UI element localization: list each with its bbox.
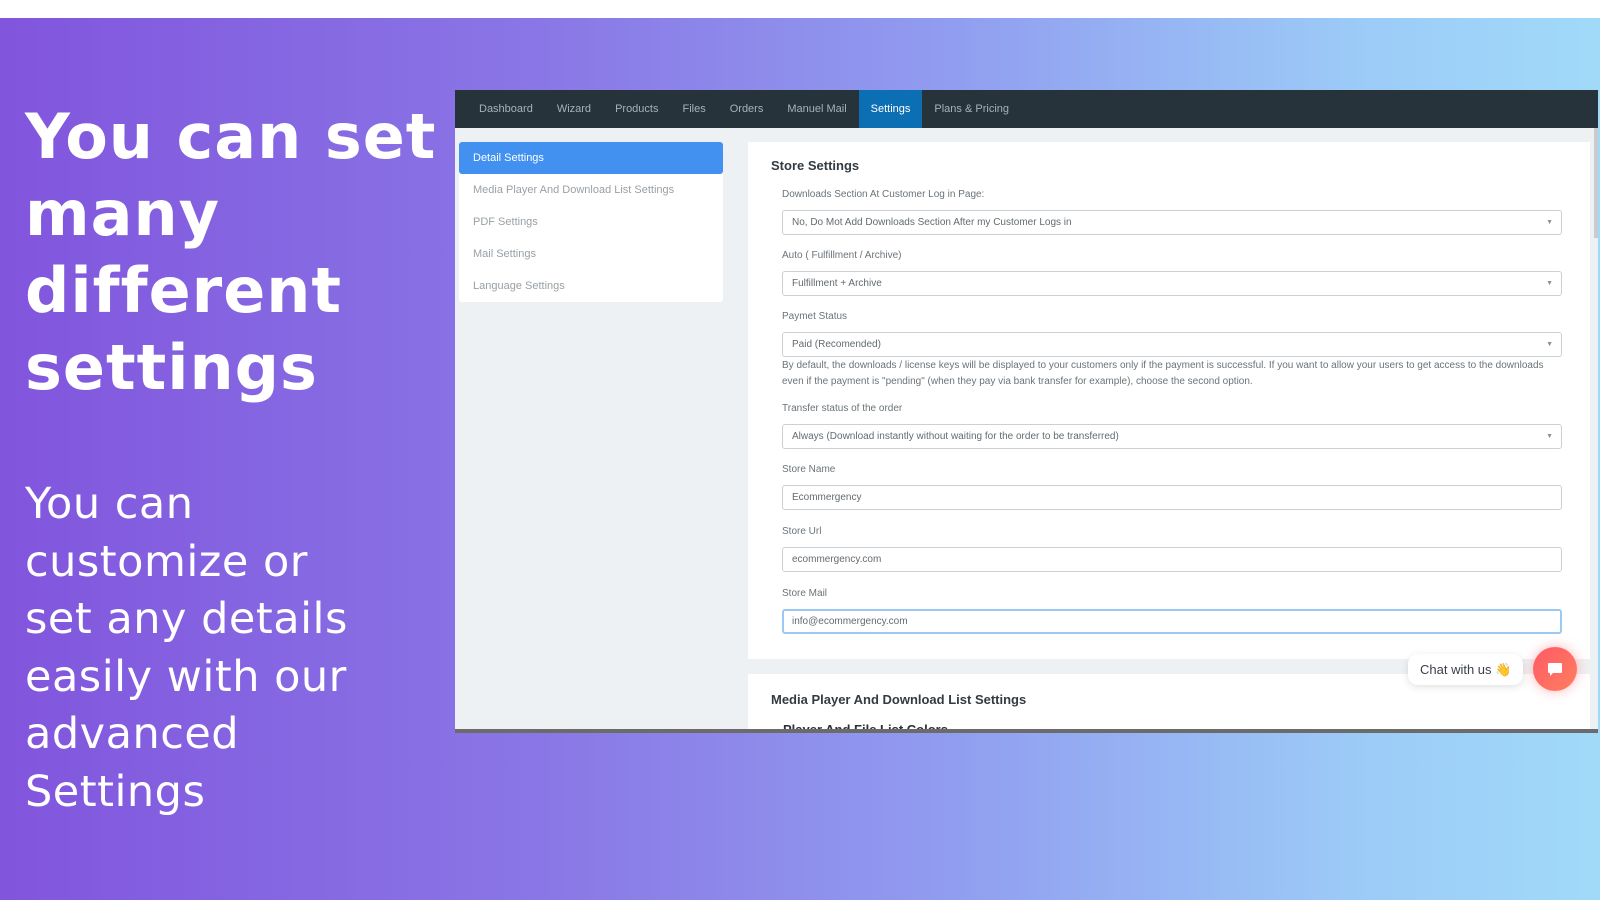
caret-down-icon: ▼ bbox=[1546, 280, 1553, 287]
nav-manuel-mail[interactable]: Manuel Mail bbox=[775, 90, 858, 128]
chat-bubble-icon bbox=[1548, 663, 1562, 676]
nav-files[interactable]: Files bbox=[670, 90, 717, 128]
field-label: Store Name bbox=[782, 464, 836, 475]
chat-label: Chat with us bbox=[1420, 662, 1492, 677]
field-label: Transfer status of the order bbox=[782, 403, 903, 414]
sidebar-item-mail-settings[interactable]: Mail Settings bbox=[459, 238, 723, 270]
sidebar-item-media-player[interactable]: Media Player And Download List Settings bbox=[459, 174, 723, 206]
downloads-section-select[interactable]: No, Do Mot Add Downloads Section After m… bbox=[782, 210, 1562, 235]
settings-sidebar: Detail Settings Media Player And Downloa… bbox=[459, 142, 723, 302]
store-settings-card: Store Settings Downloads Section At Cust… bbox=[748, 142, 1590, 659]
hero-subtitle-line: set any details bbox=[25, 594, 348, 644]
top-margin bbox=[0, 0, 1600, 18]
payment-status-field: Paymet Status Paid (Recomended) ▼ By def… bbox=[782, 310, 1562, 389]
field-label: Auto ( Fulfillment / Archive) bbox=[782, 250, 902, 261]
select-value: No, Do Mot Add Downloads Section After m… bbox=[792, 217, 1072, 228]
hero-subtitle: You can customize or set any details eas… bbox=[25, 476, 455, 821]
hero-title-line: You can set bbox=[25, 100, 437, 173]
field-label: Store Url bbox=[782, 526, 822, 537]
hero-subtitle-line: Settings bbox=[25, 766, 206, 817]
payment-status-help: By default, the downloads / license keys… bbox=[782, 360, 1544, 387]
nav-dashboard[interactable]: Dashboard bbox=[467, 90, 545, 128]
app-screenshot: Dashboard Wizard Products Files Orders M… bbox=[455, 90, 1598, 733]
store-url-field: Store Url ecommergency.com bbox=[782, 525, 1562, 572]
transfer-status-field: Transfer status of the order Always (Dow… bbox=[782, 402, 1562, 449]
store-mail-field: Store Mail info@ecommergency.com bbox=[782, 587, 1562, 634]
hero-title: You can set many different settings bbox=[25, 98, 455, 406]
store-name-input[interactable]: Ecommergency bbox=[782, 485, 1562, 510]
store-url-input[interactable]: ecommergency.com bbox=[782, 547, 1562, 572]
caret-down-icon: ▼ bbox=[1546, 341, 1553, 348]
transfer-status-select[interactable]: Always (Download instantly without waiti… bbox=[782, 424, 1562, 449]
field-label: Store Mail bbox=[782, 588, 828, 599]
top-navbar: Dashboard Wizard Products Files Orders M… bbox=[455, 90, 1598, 128]
section-title: Media Player And Download List Settings bbox=[771, 692, 1027, 707]
store-name-field: Store Name Ecommergency bbox=[782, 463, 1562, 510]
downloads-section-field: Downloads Section At Customer Log in Pag… bbox=[782, 188, 1562, 235]
auto-fulfillment-select[interactable]: Fulfillment + Archive ▼ bbox=[782, 271, 1562, 296]
caret-down-icon: ▼ bbox=[1546, 219, 1553, 226]
hero-title-line: different bbox=[25, 254, 343, 327]
store-mail-input[interactable]: info@ecommergency.com bbox=[782, 609, 1562, 634]
payment-status-select[interactable]: Paid (Recomended) ▼ bbox=[782, 332, 1562, 357]
hero-title-line: settings bbox=[25, 331, 318, 404]
sidebar-item-detail-settings[interactable]: Detail Settings bbox=[459, 142, 723, 174]
scrollbar[interactable] bbox=[1594, 128, 1598, 238]
nav-wizard[interactable]: Wizard bbox=[545, 90, 603, 128]
hero-subtitle-line: easily with our bbox=[25, 651, 347, 702]
field-label: Paymet Status bbox=[782, 311, 848, 322]
chat-with-us-label[interactable]: Chat with us 👋 bbox=[1408, 654, 1524, 685]
hero-subtitle-line: customize or bbox=[25, 536, 308, 587]
select-value: Paid (Recomended) bbox=[792, 339, 881, 350]
auto-fulfillment-field: Auto ( Fulfillment / Archive) Fulfillmen… bbox=[782, 249, 1562, 296]
nav-plans-pricing[interactable]: Plans & Pricing bbox=[922, 90, 1021, 128]
select-value: Fulfillment + Archive bbox=[792, 278, 882, 289]
hero-title-line: many bbox=[25, 177, 220, 250]
select-value: Always (Download instantly without waiti… bbox=[792, 431, 1119, 442]
nav-orders[interactable]: Orders bbox=[718, 90, 776, 128]
hero-subtitle-line: advanced bbox=[25, 709, 240, 759]
hero-subtitle-line: You can bbox=[25, 479, 194, 529]
section-subtitle: Player And File List Colors bbox=[783, 722, 948, 733]
chat-button[interactable] bbox=[1533, 647, 1577, 691]
nav-products[interactable]: Products bbox=[603, 90, 670, 128]
sidebar-item-language-settings[interactable]: Language Settings bbox=[459, 270, 723, 302]
caret-down-icon: ▼ bbox=[1546, 433, 1553, 440]
field-label: Downloads Section At Customer Log in Pag… bbox=[782, 189, 985, 200]
waving-hand-icon: 👋 bbox=[1495, 662, 1512, 677]
nav-settings[interactable]: Settings bbox=[858, 90, 923, 128]
section-title: Store Settings bbox=[771, 158, 860, 173]
hero-text: You can set many different settings You … bbox=[25, 98, 455, 821]
sidebar-item-pdf-settings[interactable]: PDF Settings bbox=[459, 206, 723, 238]
